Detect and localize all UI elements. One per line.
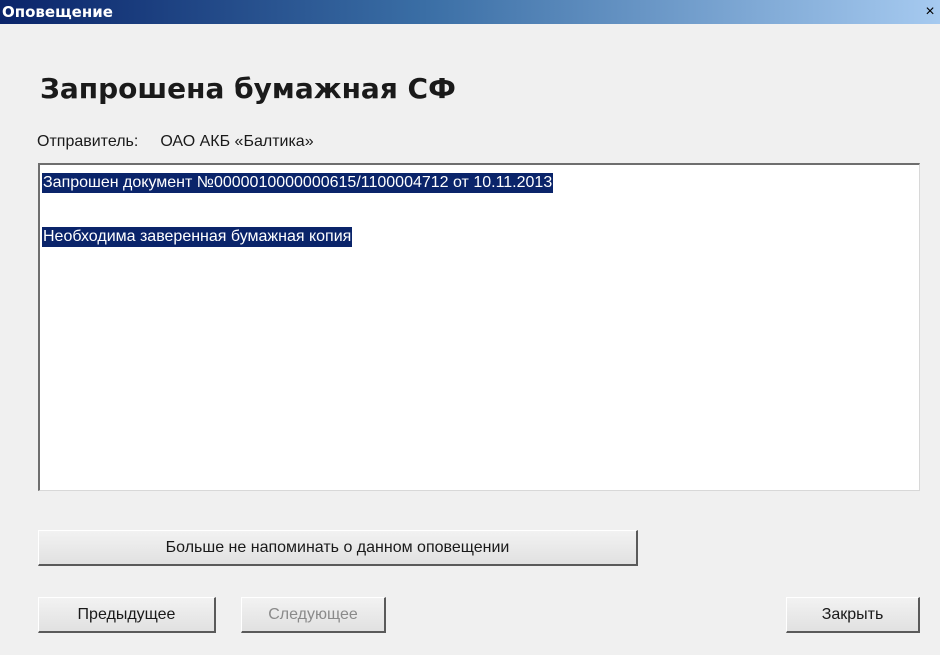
window-title: Оповещение [2,3,113,21]
sender-label: Отправитель: [37,133,139,150]
message-line: Запрошен документ №0000010000000615/1100… [42,173,554,193]
dont-remind-button[interactable]: Больше не напоминать о данном оповещении [38,530,638,566]
notification-heading: Запрошена бумажная СФ [40,72,456,105]
sender-value: ОАО АКБ «Балтика» [160,133,314,150]
message-textbox[interactable]: Запрошен документ №0000010000000615/1100… [38,163,920,491]
message-line: Необходима заверенная бумажная копия [42,227,353,247]
next-button[interactable]: Следующее [241,597,386,633]
previous-button[interactable]: Предыдущее [38,597,216,633]
close-button[interactable]: Закрыть [786,597,920,633]
sender-row: Отправитель: ОАО АКБ «Балтика» [37,133,314,151]
notification-window: Оповещение × Запрошена бумажная СФ Отпра… [0,0,940,655]
title-bar[interactable]: Оповещение × [0,0,940,24]
close-icon[interactable]: × [920,2,940,22]
